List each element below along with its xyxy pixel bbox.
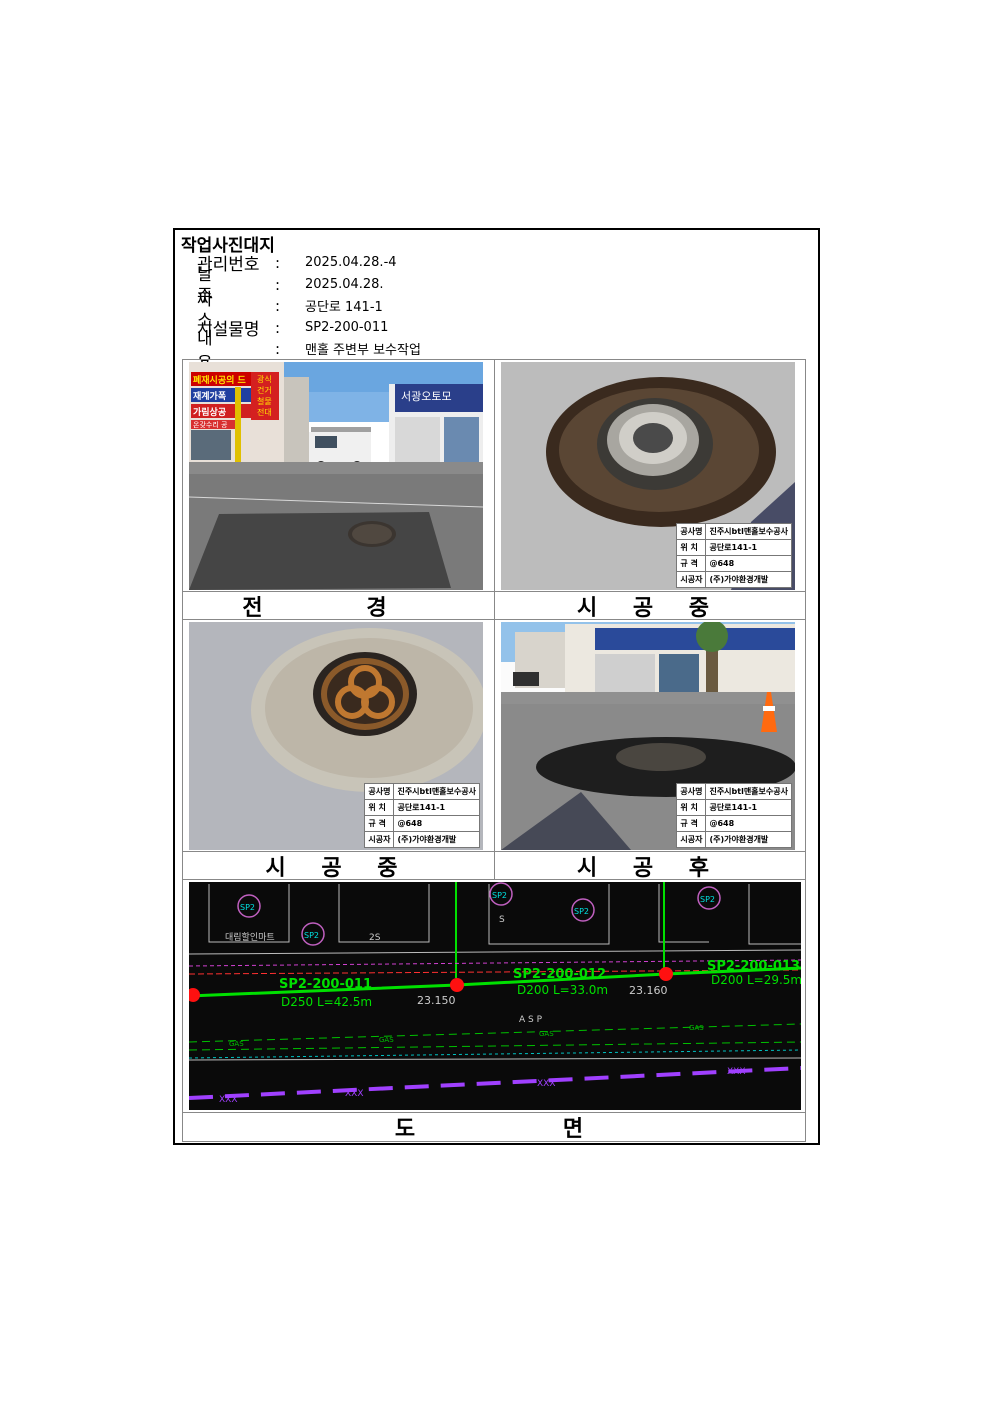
plan-gas-label: GAS xyxy=(229,1040,244,1048)
photo-stamp-table: 공사명 진주시btl맨홀보수공사 위 치 공단로141-1 규 격 @648 시공자(… xyxy=(364,783,480,848)
stamp-value: 공단로141-1 xyxy=(393,799,480,816)
shop-sign-text: 전대 xyxy=(257,407,272,417)
info-value: 공단로 141-1 xyxy=(305,300,383,315)
caption-row-2: 시 공 중 시 공 후 xyxy=(183,852,805,881)
photo-caption-during-1: 시 공 중 xyxy=(576,595,724,621)
stamp-value: 공단로141-1 xyxy=(705,799,792,816)
plan-sp-tag: SP2 xyxy=(574,907,589,916)
plan-pipe-spec: D200 L=29.5m xyxy=(711,973,801,987)
stamp-value: (주)가야환경개발 xyxy=(705,571,792,588)
shop-sign-text: 가림상공 xyxy=(193,406,226,418)
plan-pipe-elev: 23.160 xyxy=(629,984,668,997)
info-colon: : xyxy=(275,296,281,315)
info-value: 2025.04.28. xyxy=(305,277,384,292)
stamp-key: 위 치 xyxy=(676,539,707,556)
photo-stamp-table: 공사명 진주시btl맨홀보수공사 위 치 공단로141-1 규 격 @648 시공자(… xyxy=(676,523,792,588)
stamp-key: 공사명 xyxy=(364,783,395,800)
photo-stamp-table: 공사명 진주시btl맨홀보수공사 위 치 공단로141-1 규 격 @648 시공자(… xyxy=(676,783,792,848)
plan-gas-label: GAS xyxy=(689,1024,704,1032)
stamp-key: 위 치 xyxy=(364,799,395,816)
info-value: SP2-200-011 xyxy=(305,320,389,335)
plan-pipe-id: SP2-200-011 xyxy=(279,977,372,992)
stamp-key: 규 격 xyxy=(676,555,707,572)
info-value: 맨홀 주변부 보수작업 xyxy=(305,343,421,358)
shop-sign-text: 건거 xyxy=(257,385,272,395)
photo-during-work-1: 공사명 진주시btl맨홀보수공사 위 치 공단로141-1 규 격 @648 시공자(… xyxy=(501,362,795,590)
stamp-key: 규 격 xyxy=(676,815,707,832)
photo-row-2: 공사명 진주시btl맨홀보수공사 위 치 공단로141-1 규 격 @648 시공자(… xyxy=(183,620,805,852)
shop-sign-text: 온갖수리 공 xyxy=(193,420,228,429)
stamp-value: @648 xyxy=(705,815,792,832)
plan-building-label: 대림할인마트 xyxy=(225,931,275,943)
shop-sign-text: 폐재시공의 드 xyxy=(193,374,247,386)
stamp-value: 진주시btl맨홀보수공사 xyxy=(705,523,792,540)
plan-sp-tag: SP2 xyxy=(700,895,715,904)
plan-label: 2S xyxy=(369,933,381,943)
info-colon: : xyxy=(275,339,281,358)
photo-caption-during-2: 시 공 중 xyxy=(265,855,412,881)
photo-overview: 폐재시공의 드 재계가폭 가림상공 온갖수리 공 광식 건거 철물 전대 서광오… xyxy=(189,362,483,590)
plan-pipe-spec: D250 L=42.5m xyxy=(281,995,372,1009)
stamp-key: 시공자 xyxy=(676,831,707,848)
sewer-plan-drawing: 대림할인마트 2S S A S P SP2 SP2 SP2 SP2 SP2 SP… xyxy=(189,882,801,1110)
photo-after-work: 공사명 진주시btl맨홀보수공사 위 치 공단로141-1 규 격 @648 시공자(… xyxy=(501,622,795,850)
plan-xxx-label: XXX xyxy=(727,1067,746,1077)
shop-sign-text: 철물 xyxy=(257,396,272,406)
plan-caption: 도 면 xyxy=(394,1117,654,1142)
photo-cell-after: 공사명 진주시btl맨홀보수공사 위 치 공단로141-1 규 격 @648 시공자(… xyxy=(495,620,805,851)
photo-row-1: 폐재시공의 드 재계가폭 가림상공 온갖수리 공 광식 건거 철물 전대 서광오… xyxy=(183,360,805,592)
stamp-key: 공사명 xyxy=(676,523,707,540)
info-row-address: 주소 : 공단로 141-1 xyxy=(197,286,383,331)
plan-label: S xyxy=(499,915,505,925)
stamp-value: @648 xyxy=(705,555,792,572)
stamp-key: 공사명 xyxy=(676,783,707,800)
info-value: 2025.04.28.-4 xyxy=(305,255,397,270)
plan-sp-tag: SP2 xyxy=(240,903,255,912)
caption-cell: 전 경 xyxy=(183,592,495,621)
plan-row: 대림할인마트 2S S A S P SP2 SP2 SP2 SP2 SP2 SP… xyxy=(183,880,805,1113)
photo-during-work-2: 공사명 진주시btl맨홀보수공사 위 치 공단로141-1 규 격 @648 시공자(… xyxy=(189,622,483,850)
stamp-value: (주)가야환경개발 xyxy=(705,831,792,848)
plan-asp-label: A S P xyxy=(519,1015,543,1025)
photo-caption-overview: 전 경 xyxy=(242,595,435,621)
caption-cell: 시 공 중 xyxy=(183,852,495,881)
photo-cell-during-1: 공사명 진주시btl맨홀보수공사 위 치 공단로141-1 규 격 @648 시공자(… xyxy=(495,360,805,591)
shop-sign-text: 재계가폭 xyxy=(193,390,226,402)
stamp-key: 규 격 xyxy=(364,815,395,832)
shop-sign-text: 서광오토모 xyxy=(401,390,452,403)
plan-gas-label: GAS xyxy=(379,1036,394,1044)
info-colon: : xyxy=(275,253,281,272)
stamp-value: 공단로141-1 xyxy=(705,539,792,556)
photo-cell-during-2: 공사명 진주시btl맨홀보수공사 위 치 공단로141-1 규 격 @648 시공자(… xyxy=(183,620,495,851)
stamp-key: 시공자 xyxy=(364,831,395,848)
plan-caption-row: 도 면 xyxy=(183,1113,805,1142)
stamp-key: 시공자 xyxy=(676,571,707,588)
photo-cell-overview: 폐재시공의 드 재계가폭 가림상공 온갖수리 공 광식 건거 철물 전대 서광오… xyxy=(183,360,495,591)
plan-xxx-label: XXX xyxy=(219,1095,238,1105)
plan-sp-tag: SP2 xyxy=(304,931,319,940)
info-colon: : xyxy=(275,318,281,337)
plan-gas-label: GAS xyxy=(539,1030,554,1038)
photo-caption-after: 시 공 후 xyxy=(576,855,724,881)
photo-grid: 폐재시공의 드 재계가폭 가림상공 온갖수리 공 광식 건거 철물 전대 서광오… xyxy=(182,359,806,1142)
plan-pipe-spec: D200 L=33.0m xyxy=(517,983,608,997)
plan-pipe-id: SP2-200-012 xyxy=(513,967,606,982)
plan-xxx-label: XXX xyxy=(537,1079,556,1089)
stamp-value: 진주시btl맨홀보수공사 xyxy=(705,783,792,800)
caption-row-1: 전 경 시 공 중 xyxy=(183,592,805,621)
plan-pipe-elev: 23.150 xyxy=(417,994,456,1007)
caption-cell: 시 공 후 xyxy=(495,852,805,881)
plan-sp-tag: SP2 xyxy=(492,891,507,900)
plan-xxx-label: XXX xyxy=(345,1089,364,1099)
shop-sign-text: 광식 xyxy=(257,374,272,384)
stamp-value: 진주시btl맨홀보수공사 xyxy=(393,783,480,800)
stamp-key: 위 치 xyxy=(676,799,707,816)
plan-pipe-id: SP2-200-013 xyxy=(707,959,800,974)
stamp-value: (주)가야환경개발 xyxy=(393,831,480,848)
stamp-value: @648 xyxy=(393,815,480,832)
info-colon: : xyxy=(275,275,281,294)
caption-cell: 시 공 중 xyxy=(495,592,805,621)
info-row-content: 내용 : 맨홀 주변부 보수작업 xyxy=(197,329,421,374)
photo-report-sheet: 작업사진대지 관리번호 : 2025.04.28.-4 날짜 : 2025.04… xyxy=(173,228,820,1145)
